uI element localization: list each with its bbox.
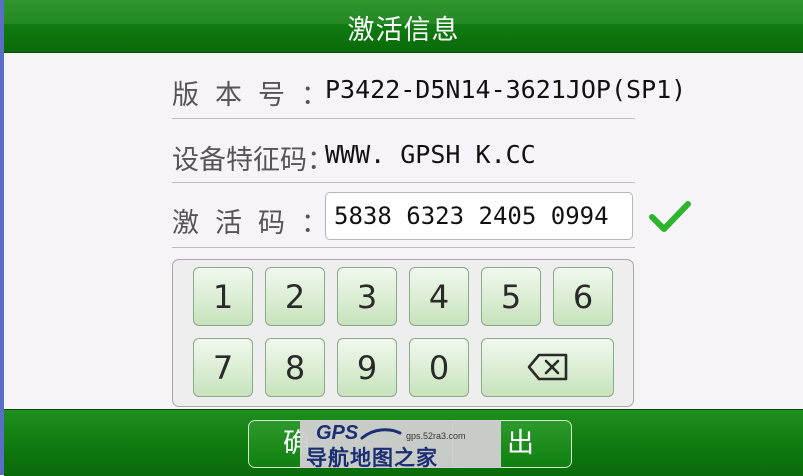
version-label: 版本号：: [172, 80, 344, 111]
activation-code-input[interactable]: [325, 192, 633, 240]
exit-button-label: 出: [507, 428, 534, 459]
key-3[interactable]: 3: [337, 267, 397, 326]
watermark-url: gps.52ra3.com: [406, 431, 466, 441]
divider-version: [172, 118, 635, 119]
key-1[interactable]: 1: [193, 267, 253, 326]
device-label: 设备特征码：: [172, 145, 334, 176]
divider-device: [172, 182, 635, 183]
key-2[interactable]: 2: [265, 267, 325, 326]
key-6[interactable]: 6: [553, 267, 613, 326]
numeric-keypad: 1 2 3 4 5 6 7 8 9 0: [172, 259, 634, 407]
title-bar: 激活信息: [4, 0, 803, 53]
watermark-swoosh-icon: [360, 428, 402, 440]
watermark-name: 导航地图之家: [306, 446, 438, 470]
left-edge-strip: [0, 0, 4, 475]
divider-activation: [172, 247, 635, 248]
check-icon: [649, 201, 691, 232]
watermark: GPS gps.52ra3.com 导航地图之家: [300, 420, 501, 470]
key-5[interactable]: 5: [481, 267, 541, 326]
key-4[interactable]: 4: [409, 267, 469, 326]
device-value: WWW. GPSH K.CC: [325, 140, 536, 169]
key-8[interactable]: 8: [265, 338, 325, 397]
page-title: 激活信息: [347, 15, 460, 46]
key-9[interactable]: 9: [337, 338, 397, 397]
backspace-key[interactable]: [481, 338, 614, 397]
version-value: P3422-D5N14-3621JOP(SP1): [325, 75, 687, 104]
key-7[interactable]: 7: [193, 338, 253, 397]
activation-label: 激活码：: [172, 208, 344, 239]
backspace-icon: [527, 353, 567, 381]
key-0[interactable]: 0: [409, 338, 469, 397]
